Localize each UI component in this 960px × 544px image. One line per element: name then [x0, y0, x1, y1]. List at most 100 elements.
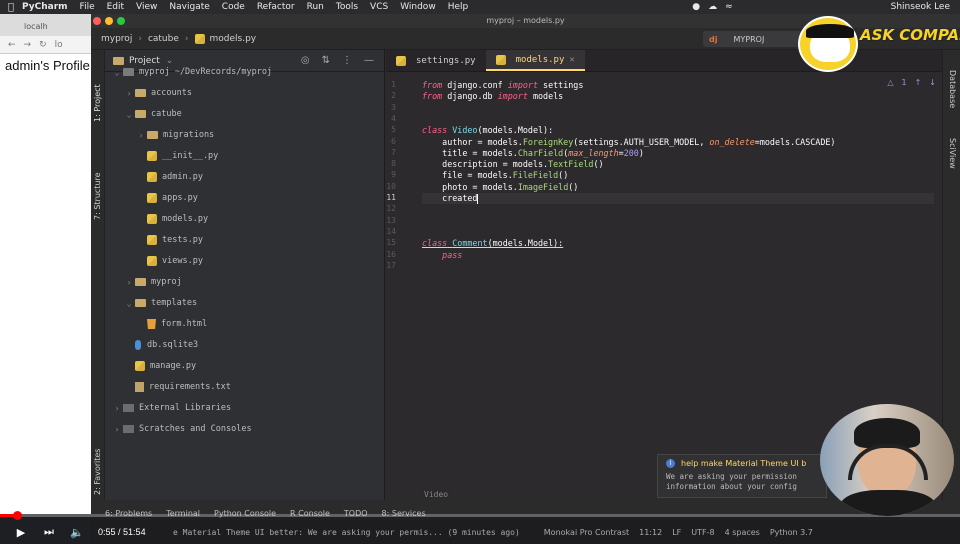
notification-balloon[interactable]: i help make Material Theme UI b We are a… [657, 454, 827, 498]
tree-item[interactable]: › migrations [135, 126, 215, 144]
chevron-down-icon[interactable]: ⌄ [123, 110, 135, 119]
run-configuration-select[interactable]: dj MYPROJ [703, 31, 803, 47]
text-caret [477, 193, 479, 204]
menu-run[interactable]: Run [307, 2, 324, 12]
python-file-icon [147, 172, 157, 182]
menu-tools[interactable]: Tools [336, 2, 358, 12]
volume-icon[interactable]: 🔈 [70, 525, 84, 539]
tree-item[interactable]: › accounts [123, 84, 192, 102]
tree-item[interactable]: manage.py [123, 357, 196, 375]
cloud-icon[interactable]: ☁ [708, 2, 717, 12]
chevron-right-icon[interactable]: › [135, 131, 147, 140]
close-window-icon[interactable] [93, 17, 101, 25]
code-line[interactable]: created [422, 193, 479, 204]
structure-tool-tab[interactable]: 7: Structure [93, 172, 102, 220]
menu-user-name[interactable]: Shinseok Lee [891, 2, 950, 12]
project-tool-tab[interactable]: 1: Project [93, 84, 102, 122]
chevron-down-icon[interactable]: ⌄ [111, 68, 123, 77]
tree-item[interactable]: models.py [135, 210, 208, 228]
python-file-icon [147, 193, 157, 203]
back-arrow-icon[interactable]: ← [8, 40, 16, 50]
tool-window-bar: 6: Problems Terminal Python Console R Co… [105, 506, 845, 520]
apple-icon[interactable]:  [0, 2, 22, 13]
play-icon[interactable]: ▶ [14, 525, 28, 539]
tree-item[interactable]: › External Libraries [111, 399, 232, 417]
tree-item[interactable]: db.sqlite3 [123, 336, 198, 354]
tree-item[interactable]: admin.py [135, 168, 203, 186]
chevron-down-icon[interactable]: ⌄ [123, 299, 135, 308]
minimize-window-icon[interactable] [105, 17, 113, 25]
menu-edit[interactable]: Edit [107, 2, 124, 12]
menu-app-name[interactable]: PyCharm [22, 2, 68, 12]
tree-item[interactable]: __init__.py [135, 147, 218, 165]
breadcrumb-item-folder[interactable]: catube [148, 34, 179, 44]
tree-item[interactable]: form.html [135, 315, 207, 333]
tree-item[interactable]: ⌄ myproj ~/DevRecords/myproj [111, 63, 272, 81]
code-line[interactable]: photo = models.ImageField() [422, 182, 578, 193]
code-token: on_delete [709, 136, 755, 147]
folder-icon [135, 278, 146, 286]
locate-file-icon[interactable]: ◎ [301, 55, 310, 66]
collapse-all-icon[interactable]: ⇅ [322, 55, 330, 66]
tree-item[interactable]: › Scratches and Consoles [111, 420, 252, 438]
code-token: import [497, 91, 528, 102]
hide-panel-icon[interactable]: — [364, 55, 374, 66]
tree-item[interactable]: apps.py [135, 189, 198, 207]
tree-item[interactable]: tests.py [135, 231, 203, 249]
favorites-tool-tab[interactable]: 2: Favorites [93, 449, 102, 495]
code-line[interactable]: from django.conf import settings [422, 80, 583, 91]
video-progress-bar[interactable] [0, 511, 960, 520]
menu-view[interactable]: View [136, 2, 157, 12]
code-line[interactable]: file = models.FileField() [422, 170, 568, 181]
tree-item[interactable]: › myproj [123, 273, 182, 291]
menu-help[interactable]: Help [448, 2, 469, 12]
sciview-tool-tab[interactable]: SciView [948, 138, 957, 169]
tree-item[interactable]: views.py [135, 252, 203, 270]
previous-highlight-icon[interactable]: ↑ [915, 78, 922, 87]
browser-tab[interactable]: localh [0, 14, 91, 36]
tree-item[interactable]: ⌄ catube [123, 105, 182, 123]
chevron-right-icon[interactable]: › [123, 89, 135, 98]
menu-vcs[interactable]: VCS [370, 2, 388, 12]
code-line[interactable]: author = models.ForeignKey(settings.AUTH… [422, 137, 835, 148]
code-line[interactable]: pass [422, 250, 462, 261]
options-menu-icon[interactable]: ⋮ [342, 55, 352, 66]
tab-settings-py[interactable]: settings.py [386, 50, 486, 71]
menu-code[interactable]: Code [222, 2, 245, 12]
structure-breadcrumb[interactable]: Video [420, 490, 453, 499]
close-tab-icon[interactable]: ✕ [569, 55, 574, 65]
code-line[interactable]: description = models.TextField() [422, 159, 603, 170]
wifi-icon[interactable]: ≈ [725, 2, 733, 12]
address-bar[interactable]: lo [55, 40, 63, 50]
project-root-folder-icon [123, 68, 134, 76]
menu-window[interactable]: Window [400, 2, 436, 12]
menu-refactor[interactable]: Refactor [257, 2, 295, 12]
inspection-widget[interactable]: △ 1 ↑ ↓ [887, 78, 936, 87]
video-scrubber-handle[interactable] [13, 511, 23, 520]
database-tool-tab[interactable]: Database [948, 70, 957, 108]
chevron-right-icon[interactable]: › [123, 278, 135, 287]
menu-file[interactable]: File [80, 2, 95, 12]
camera-icon[interactable]: ● [692, 2, 700, 12]
code-line[interactable]: class Comment(models.Model): [422, 238, 563, 249]
code-line[interactable]: class Video(models.Model): [422, 125, 553, 136]
breadcrumb-item-project[interactable]: myproj [101, 34, 132, 44]
chevron-right-icon[interactable]: › [111, 404, 123, 413]
presenter-body [840, 490, 936, 516]
forward-arrow-icon[interactable]: → [24, 40, 32, 50]
django-icon: dj [709, 34, 718, 44]
tab-models-py[interactable]: models.py ✕ [485, 50, 585, 71]
tree-item[interactable]: requirements.txt [123, 378, 231, 396]
breadcrumb-item-file[interactable]: models.py [210, 34, 257, 44]
code-line[interactable]: from django.db import models [422, 91, 563, 102]
menu-navigate[interactable]: Navigate [169, 2, 209, 12]
chevron-right-icon[interactable]: › [111, 425, 123, 434]
next-video-icon[interactable]: ⏭ [42, 525, 56, 539]
next-highlight-icon[interactable]: ↓ [929, 78, 936, 87]
zoom-window-icon[interactable] [117, 17, 125, 25]
tree-item-label: requirements.txt [149, 382, 231, 392]
tree-item[interactable]: ⌄ templates [123, 294, 197, 312]
code-line[interactable]: title = models.CharField(max_length=200) [422, 148, 644, 159]
tree-item-label: __init__.py [162, 151, 219, 161]
reload-icon[interactable]: ↻ [39, 40, 47, 50]
